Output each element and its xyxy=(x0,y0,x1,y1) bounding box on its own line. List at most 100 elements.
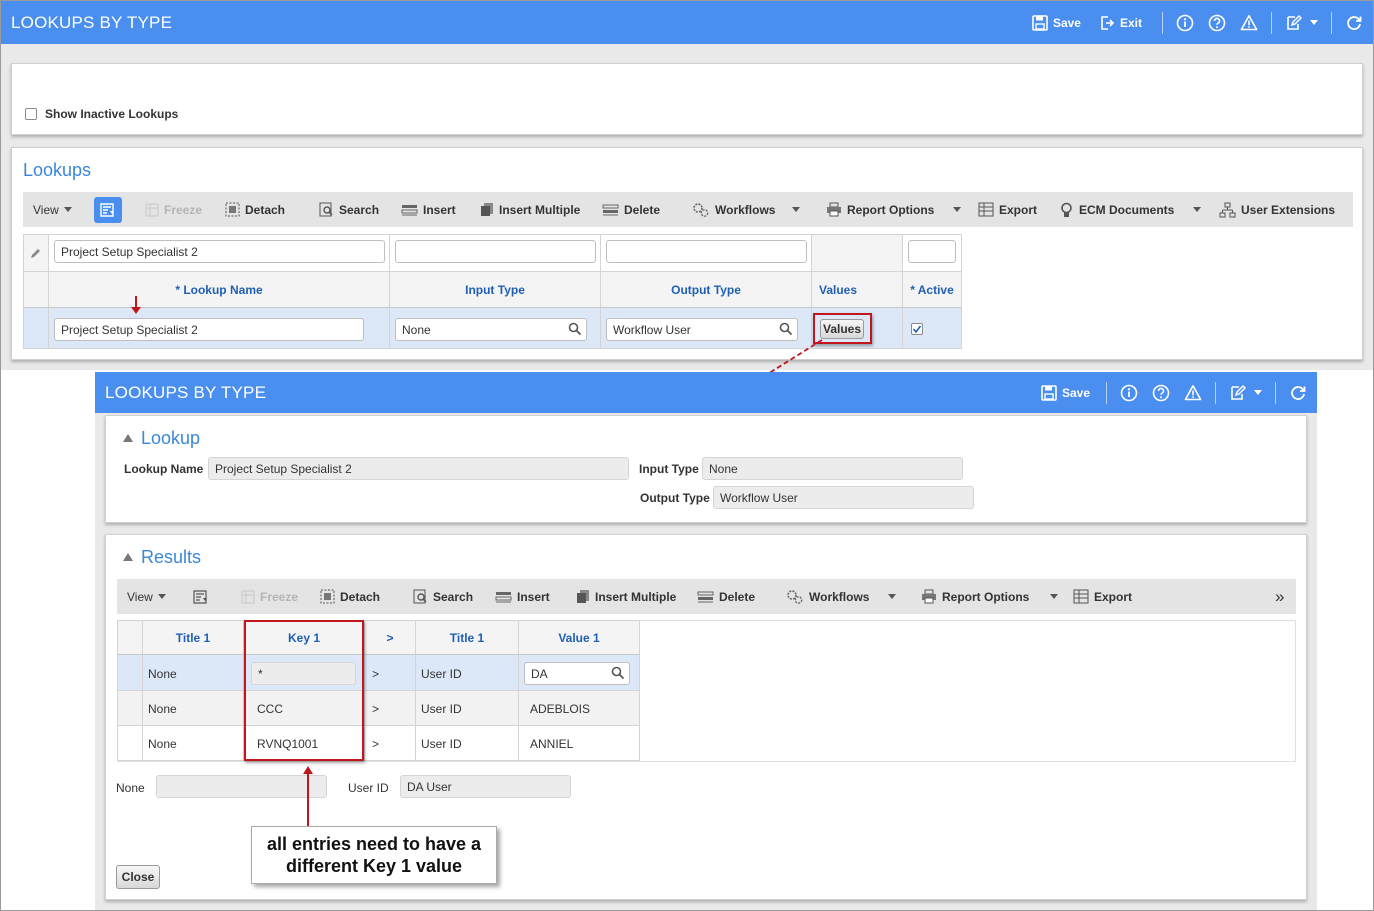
insert-multiple-button[interactable]: Insert Multiple xyxy=(480,192,580,227)
delete-button[interactable]: Delete xyxy=(697,579,755,614)
filter-toggle-button[interactable] xyxy=(193,579,209,614)
show-inactive-checkbox[interactable] xyxy=(25,108,37,120)
input-type-cell-input[interactable]: None xyxy=(395,318,587,341)
lookups-toolbar: View Freeze Detach Search Insert Insert … xyxy=(23,192,1353,227)
filter-toggle-button[interactable] xyxy=(94,192,122,227)
printer-icon xyxy=(827,202,841,217)
col-header-title1[interactable]: Title 1 xyxy=(143,620,244,655)
help-icon[interactable] xyxy=(1152,384,1170,402)
view-menu[interactable]: View xyxy=(127,579,166,614)
floppy-icon xyxy=(1032,14,1048,31)
insert-icon xyxy=(401,204,418,215)
lookup-name-cell-input[interactable]: Project Setup Specialist 2 xyxy=(54,318,364,341)
filter-panel: Show Inactive Lookups xyxy=(11,63,1363,135)
refresh-icon[interactable] xyxy=(1345,14,1363,32)
workflows-menu[interactable]: Workflows xyxy=(692,192,801,227)
workflows-menu[interactable]: Workflows xyxy=(786,579,897,614)
row2-value1: ADEBLOIS xyxy=(530,702,591,716)
filter-row-pencil-cell xyxy=(23,234,49,272)
separator xyxy=(1271,11,1272,34)
more-label: » xyxy=(1275,586,1285,606)
chevron-down-icon[interactable] xyxy=(1310,20,1318,25)
search-icon[interactable] xyxy=(611,666,625,680)
delete-button[interactable]: Delete xyxy=(602,192,660,227)
insert-multiple-label: Insert Multiple xyxy=(499,202,581,217)
filter-row-icon xyxy=(94,196,122,223)
ecm-documents-menu[interactable]: ECM Documents xyxy=(1059,192,1202,227)
chevron-down-icon xyxy=(953,207,962,212)
separator xyxy=(1215,381,1216,404)
collapse-triangle-icon[interactable] xyxy=(123,434,133,442)
info-icon[interactable] xyxy=(1176,14,1194,32)
separator xyxy=(1106,381,1107,404)
insert-multiple-button[interactable]: Insert Multiple xyxy=(576,579,676,614)
detach-button[interactable]: Detach xyxy=(225,192,285,227)
insert-button[interactable]: Insert xyxy=(495,579,550,614)
exit-label: Exit xyxy=(1119,15,1142,30)
output-type-field[interactable]: Workflow User xyxy=(713,486,974,509)
dialog-save-button[interactable]: Save xyxy=(1041,384,1090,401)
lookup-name-filter-input[interactable]: Project Setup Specialist 2 xyxy=(54,240,385,263)
help-icon[interactable] xyxy=(1208,14,1226,32)
view-menu[interactable]: View xyxy=(33,192,72,227)
view-label: View xyxy=(127,589,153,604)
collapse-triangle-icon[interactable] xyxy=(123,553,133,561)
save-button[interactable]: Save xyxy=(1032,14,1081,31)
search-icon[interactable] xyxy=(568,322,582,336)
info-icon[interactable] xyxy=(1120,384,1138,402)
detach-button[interactable]: Detach xyxy=(320,579,380,614)
user-extensions-icon xyxy=(1219,202,1236,217)
chevron-down-icon[interactable] xyxy=(1254,390,1262,395)
exit-icon xyxy=(1101,15,1115,30)
checkmark-icon xyxy=(912,325,922,334)
col-header-input-type[interactable]: Input Type xyxy=(390,272,601,308)
user-extensions-button[interactable]: User Extensions xyxy=(1219,192,1335,227)
filter-row-icon xyxy=(193,589,207,604)
freeze-button[interactable]: Freeze xyxy=(241,579,298,614)
ecm-documents-icon xyxy=(1061,202,1072,217)
row1-value1-input[interactable]: DA xyxy=(524,662,630,685)
results-header-rownum xyxy=(117,620,143,655)
col-header-lookup-name[interactable]: * Lookup Name xyxy=(49,272,390,308)
export-button[interactable]: Export xyxy=(978,192,1037,227)
search-button[interactable]: Search xyxy=(319,192,379,227)
refresh-icon[interactable] xyxy=(1289,384,1307,402)
insert-button[interactable]: Insert xyxy=(401,192,456,227)
col-header-values[interactable]: Values xyxy=(812,272,903,308)
edit-icon[interactable] xyxy=(1285,14,1303,32)
detail-user-id-field[interactable]: DA User xyxy=(400,775,571,798)
more-tools-button[interactable]: » xyxy=(1275,579,1284,614)
show-inactive-label: Show Inactive Lookups xyxy=(45,107,179,121)
col-header-separator[interactable]: > xyxy=(365,620,416,655)
warning-icon[interactable] xyxy=(1240,14,1258,32)
close-button[interactable]: Close xyxy=(116,865,160,889)
pencil-icon xyxy=(31,249,40,258)
export-label: Export xyxy=(1094,589,1133,604)
col-header-output-type[interactable]: Output Type xyxy=(601,272,812,308)
search-icon[interactable] xyxy=(779,322,793,336)
lookup-name-field[interactable]: Project Setup Specialist 2 xyxy=(208,457,629,480)
exit-button[interactable]: Exit xyxy=(1099,15,1142,31)
export-label: Export xyxy=(999,202,1038,217)
insert-multiple-label: Insert Multiple xyxy=(595,589,677,604)
col-header-title1-right[interactable]: Title 1 xyxy=(416,620,519,655)
detail-user-id-label: User ID xyxy=(348,781,389,795)
search-button[interactable]: Search xyxy=(413,579,473,614)
row2-separator: > xyxy=(372,702,380,716)
output-type-filter-input[interactable] xyxy=(606,240,807,263)
freeze-button[interactable]: Freeze xyxy=(145,192,202,227)
report-options-menu[interactable]: Report Options xyxy=(921,579,1059,614)
input-type-filter-input[interactable] xyxy=(395,240,596,263)
insert-multiple-icon xyxy=(481,203,493,216)
edit-icon[interactable] xyxy=(1229,384,1247,402)
input-type-field[interactable]: None xyxy=(702,457,963,480)
report-options-menu[interactable]: Report Options xyxy=(826,192,962,227)
col-header-value1[interactable]: Value 1 xyxy=(519,620,640,655)
col-header-active[interactable]: * Active xyxy=(903,272,962,308)
export-button[interactable]: Export xyxy=(1073,579,1132,614)
warning-icon[interactable] xyxy=(1184,384,1202,402)
freeze-label: Freeze xyxy=(164,202,203,217)
active-filter-input[interactable] xyxy=(908,240,956,263)
delete-icon xyxy=(697,591,714,602)
active-checkbox[interactable] xyxy=(911,323,923,335)
